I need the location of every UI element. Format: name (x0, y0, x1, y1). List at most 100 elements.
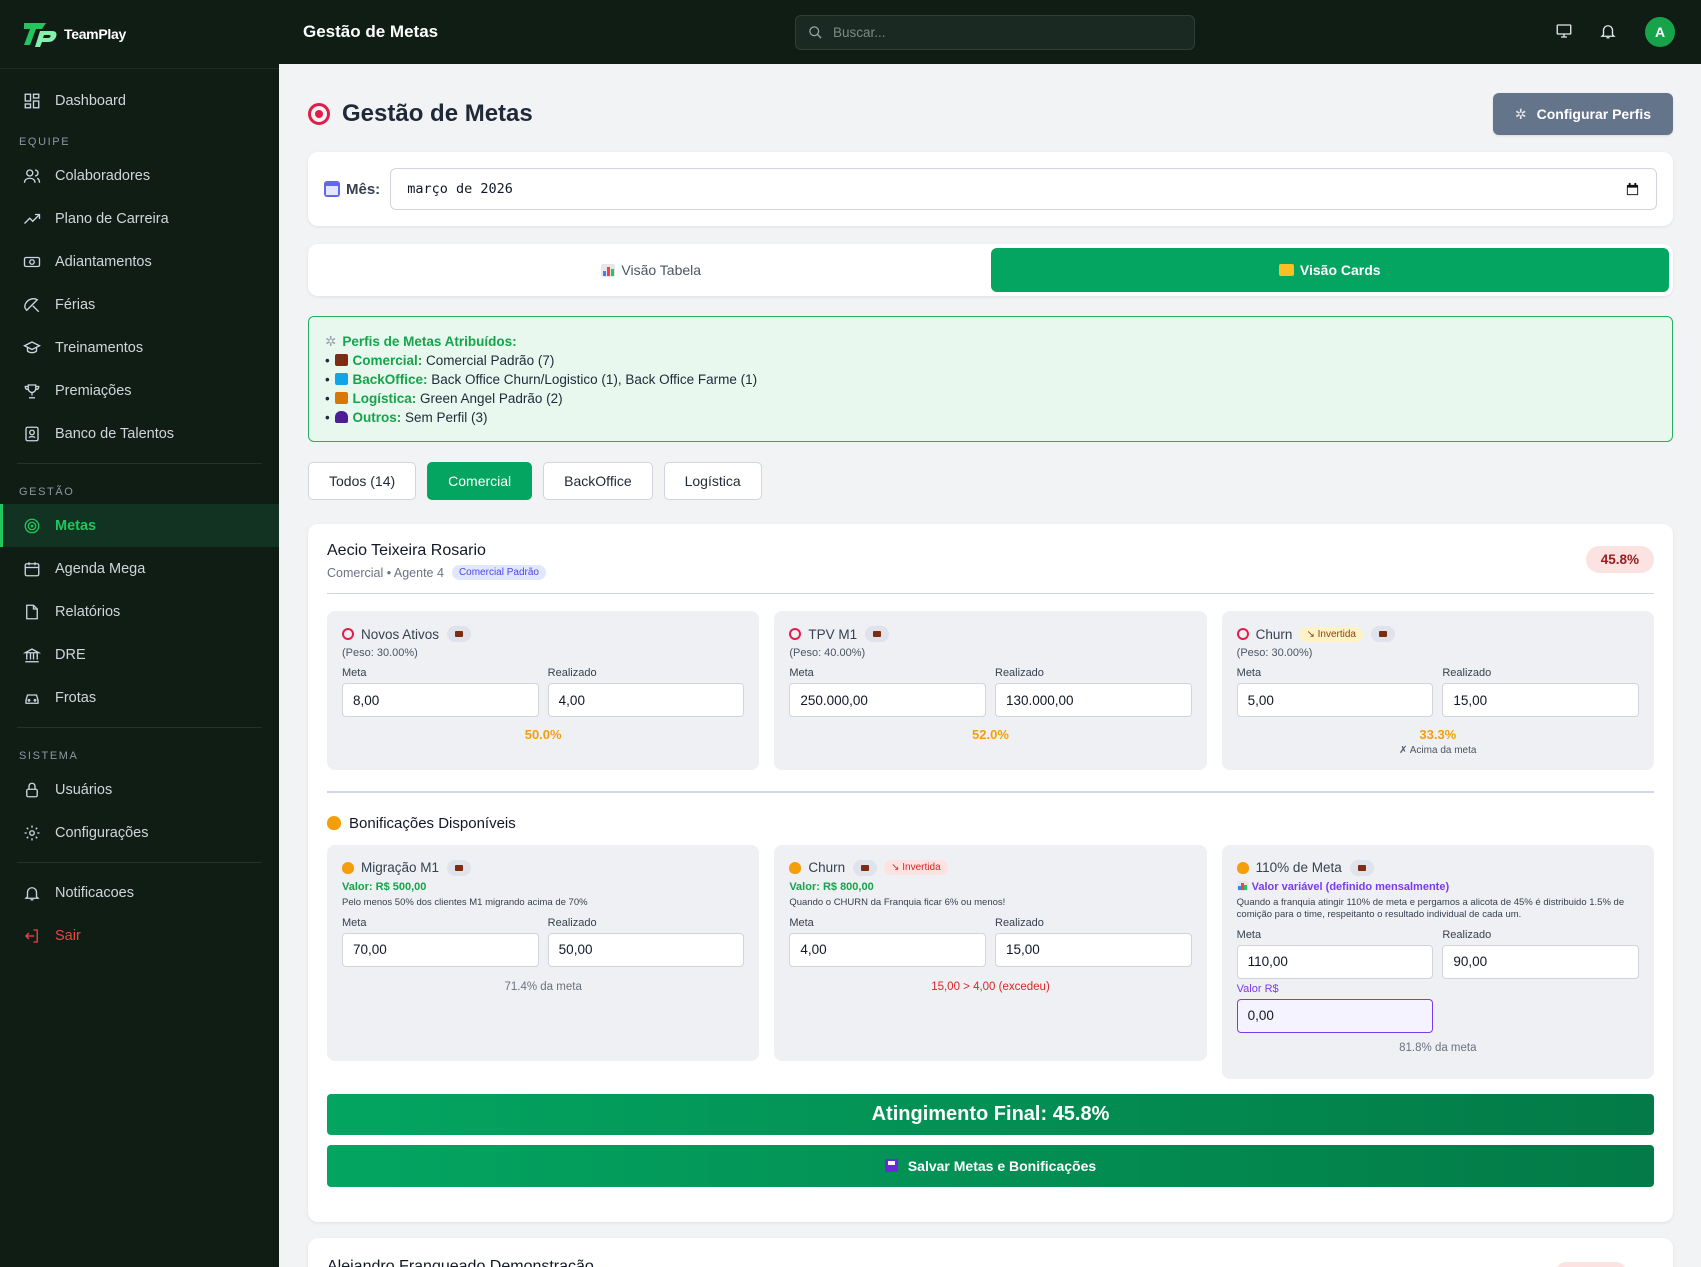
bank-icon (23, 646, 41, 664)
sidebar-divider (17, 862, 262, 863)
sidebar-item-ferias[interactable]: Férias (0, 283, 279, 326)
briefcase-icon (1370, 626, 1395, 642)
filter-backoffice[interactable]: BackOffice (543, 462, 653, 500)
realizado-input[interactable]: 50,00 (547, 932, 745, 967)
meta-input[interactable]: 4,00 (789, 932, 986, 967)
employee-name: Aecio Teixeira Rosario (327, 542, 486, 559)
trending-up-icon (23, 210, 41, 228)
package-icon (335, 392, 349, 404)
sidebar-item-dashboard[interactable]: Dashboard (0, 79, 279, 122)
bonus-section-title: Bonificações Disponíveis (327, 815, 1654, 832)
avatar[interactable]: A (1643, 15, 1677, 49)
sidebar-item-configuracoes[interactable]: Configurações (0, 811, 279, 854)
bell-icon[interactable] (1599, 22, 1619, 42)
realizado-label: Realizado (547, 667, 597, 679)
tab-visao-tabela[interactable]: Visão Tabela (312, 248, 991, 292)
meta-input[interactable]: 250.000,00 (789, 683, 986, 717)
month-selector: Mês: março de 2026 (308, 152, 1673, 226)
sidebar-item-sair[interactable]: Sair (0, 914, 279, 957)
sidebar-section-title: SISTEMA (19, 750, 79, 762)
topbar-title: Gestão de Metas (303, 22, 439, 41)
logout-icon (23, 927, 41, 945)
employee-header: Aecio Teixeira Rosario Comercial • Agent… (327, 542, 1654, 594)
search-input[interactable]: Buscar... (795, 14, 1195, 50)
sidebar-item-premiacoes[interactable]: Premiações (0, 369, 279, 412)
metric-weight: (Peso: 30.00%) (342, 647, 418, 659)
meta-input[interactable]: 8,00 (342, 683, 539, 717)
page-title: Gestão de Metas (308, 100, 533, 128)
realizado-input[interactable]: 15,00 (1442, 683, 1639, 717)
sidebar-item-plano-carreira[interactable]: Plano de Carreira (0, 197, 279, 240)
assigned-profiles-panel: ✲ Perfis de Metas Atribuídos: • Comercia… (308, 316, 1673, 442)
realizado-input[interactable]: 4,00 (547, 683, 745, 717)
sidebar-item-agenda-mega[interactable]: Agenda Mega (0, 547, 279, 590)
profile-key: BackOffice: (352, 372, 428, 387)
folder-icon (1278, 264, 1294, 276)
profiles-heading-text: Perfis de Metas Atribuídos: (342, 334, 517, 349)
valor-input[interactable]: 0,00 (1236, 998, 1434, 1033)
realizado-input[interactable]: 15,00 (995, 932, 1192, 967)
month-value: março de 2026 (407, 181, 513, 197)
filter-comercial[interactable]: Comercial (427, 462, 533, 500)
sidebar-item-label: Premiações (55, 382, 132, 399)
realizado-input[interactable]: 90,00 (1442, 944, 1639, 979)
bonus-grid: Migração M1 Valor: R$ 500,00 Pelo menos … (327, 844, 1654, 1079)
calendar-picker-icon[interactable] (1625, 182, 1640, 197)
bonus-value: Valor: R$ 500,00 (342, 880, 427, 893)
sidebar-item-dre[interactable]: DRE (0, 633, 279, 676)
meta-label: Meta (342, 667, 367, 679)
filter-logistica[interactable]: Logística (663, 462, 762, 500)
bonus-card: 110% de Meta Valor variável (definido me… (1221, 844, 1654, 1079)
car-icon (23, 689, 41, 707)
sidebar-item-treinamentos[interactable]: Treinamentos (0, 326, 279, 369)
bonus-header: 110% de Meta (1236, 859, 1639, 877)
dashboard-icon (23, 92, 41, 110)
money-bag-icon (1236, 861, 1249, 874)
realizado-input[interactable]: 130.000,00 (995, 683, 1192, 717)
metric-percent: 33.3% (1419, 727, 1457, 742)
save-button[interactable]: Salvar Metas e Bonificações (327, 1144, 1654, 1187)
target-icon (789, 628, 802, 640)
profile-key: Outros: (352, 410, 402, 425)
sidebar-item-frotas[interactable]: Frotas (0, 676, 279, 719)
monitor-icon[interactable] (1555, 22, 1575, 42)
gear-icon: ✲ (1514, 105, 1527, 122)
metric-name: TPV M1 (808, 626, 858, 642)
sidebar-item-colaboradores[interactable]: Colaboradores (0, 154, 279, 197)
brand[interactable]: TeamPlay (0, 0, 279, 69)
chart-icon (601, 263, 616, 277)
id-badge-icon (23, 425, 41, 443)
bonus-header: Migração M1 (342, 859, 744, 877)
sidebar-item-metas[interactable]: Metas (0, 504, 279, 547)
briefcase-icon (335, 354, 349, 366)
bonus-value: Valor: R$ 800,00 (789, 880, 874, 893)
umbrella-icon (23, 296, 41, 314)
bonus-description: Quando a franquia atingir 110% de meta e… (1236, 896, 1625, 920)
sidebar-item-label: Adiantamentos (55, 253, 152, 270)
month-input[interactable]: março de 2026 (390, 168, 1657, 210)
bonus-status: 71.4% da meta (504, 980, 582, 993)
sidebar-divider (17, 727, 262, 728)
meta-input[interactable]: 110,00 (1236, 944, 1434, 979)
configure-profiles-button[interactable]: ✲ Configurar Perfis (1492, 93, 1673, 135)
configure-profiles-label: Configurar Perfis (1536, 106, 1651, 122)
tab-visao-cards[interactable]: Visão Cards (990, 248, 1669, 292)
meta-label: Meta (1236, 667, 1262, 679)
users-icon (23, 167, 41, 185)
sidebar-item-banco-talentos[interactable]: Banco de Talentos (0, 412, 279, 455)
profile-key: Logística: (352, 391, 417, 406)
meta-input[interactable]: 70,00 (342, 932, 539, 967)
meta-input[interactable]: 5,00 (1236, 683, 1434, 717)
sidebar-item-notificacoes[interactable]: Notificacoes (0, 871, 279, 914)
tab-label: Visão Cards (1299, 262, 1381, 278)
month-label: Mês: (324, 181, 380, 198)
sidebar-nav: Dashboard EQUIPE Colaboradores Plano de … (0, 69, 279, 957)
bonus-card: Migração M1 Valor: R$ 500,00 Pelo menos … (327, 844, 760, 1061)
sidebar-item-relatorios[interactable]: Relatórios (0, 590, 279, 633)
sidebar-item-usuarios[interactable]: Usuários (0, 768, 279, 811)
sidebar-item-adiantamentos[interactable]: Adiantamentos (0, 240, 279, 283)
filter-todos[interactable]: Todos (14) (308, 462, 417, 500)
profiles-heading: ✲ Perfis de Metas Atribuídos: (325, 332, 1656, 351)
profile-value: Green Angel Padrão (2) (420, 391, 563, 406)
sidebar-item-label: Usuários (55, 781, 113, 798)
